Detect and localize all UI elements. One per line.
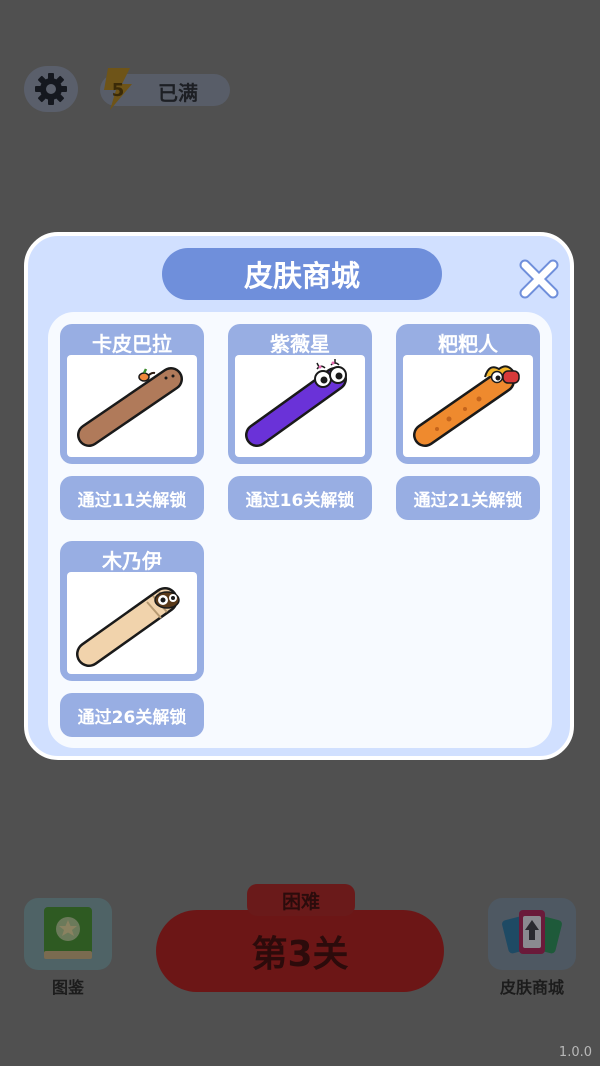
mummy-worm-icon (76, 587, 180, 667)
start-level-area: 第3关 困难 (156, 884, 444, 992)
skin-shop-button[interactable]: 皮肤商城 (487, 898, 577, 998)
energy-count: 5 (112, 80, 125, 101)
gallery-button[interactable]: 图鉴 (24, 898, 112, 998)
top-hud: 5 已满 (22, 66, 232, 112)
skin-item-capybara: 卡皮巴拉 通过11关解锁 (60, 324, 204, 520)
skin-grid: 卡皮巴拉 通过11关解锁 紫薇星 通过16关解锁 粑粑人 通过21关解锁 木乃伊… (48, 312, 552, 748)
skin-name: 卡皮巴拉 (92, 332, 172, 356)
skin-item-purple-star: 紫薇星 通过16关解锁 (228, 324, 372, 520)
energy-display: 5 已满 (100, 68, 230, 110)
start-level-button[interactable]: 第3关 (156, 910, 444, 992)
skin-shop-tile (488, 898, 576, 970)
unlock-condition[interactable]: 通过11关解锁 (60, 476, 204, 520)
orange-worm-icon (413, 365, 520, 447)
upgrade-cards-icon (502, 910, 562, 954)
skin-item-mummy: 木乃伊 通过26关解锁 (60, 541, 204, 737)
energy-status: 已满 (158, 81, 198, 105)
settings-button[interactable] (24, 66, 78, 112)
unlock-condition[interactable]: 通过16关解锁 (228, 476, 372, 520)
skin-preview (403, 355, 533, 457)
skin-card[interactable]: 粑粑人 (396, 324, 540, 464)
close-icon (519, 259, 559, 299)
skin-shop-label: 皮肤商城 (499, 978, 564, 997)
lightning-icon: 5 (104, 68, 132, 110)
skin-card[interactable]: 紫薇星 (228, 324, 372, 464)
close-button[interactable] (516, 256, 562, 302)
skin-card[interactable]: 卡皮巴拉 (60, 324, 204, 464)
gear-icon (35, 73, 67, 105)
skin-name: 粑粑人 (438, 332, 498, 356)
capybara-worm-icon (77, 367, 183, 447)
skin-name: 木乃伊 (102, 549, 162, 573)
gallery-label: 图鉴 (51, 978, 84, 997)
unlock-condition[interactable]: 通过21关解锁 (396, 476, 540, 520)
version-label: 1.0.0 (558, 1045, 592, 1060)
purple-worm-icon (245, 359, 347, 447)
unlock-condition[interactable]: 通过26关解锁 (60, 693, 204, 737)
difficulty-badge: 困难 (247, 884, 355, 916)
skin-shop-modal: 皮肤商城 卡皮巴拉 通过11关解锁 紫薇星 通过16关解锁 粑粑人 通过21关解… (24, 232, 574, 760)
skin-item-poop-man: 粑粑人 通过21关解锁 (396, 324, 540, 520)
modal-title: 皮肤商城 (162, 248, 442, 300)
skin-preview (235, 355, 365, 457)
book-icon (44, 907, 92, 959)
skin-name: 紫薇星 (270, 332, 330, 356)
gallery-tile (24, 898, 112, 970)
skin-preview (67, 355, 197, 457)
skin-preview (67, 572, 197, 674)
skin-card[interactable]: 木乃伊 (60, 541, 204, 681)
